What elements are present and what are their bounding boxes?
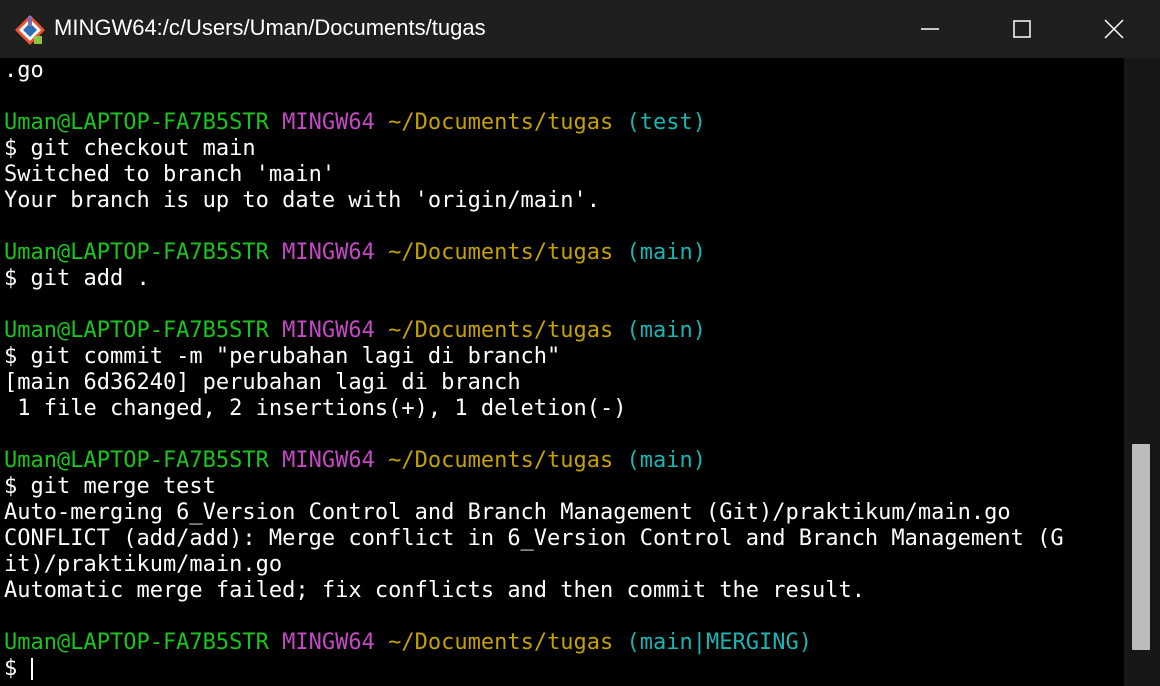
text-cursor [30, 658, 33, 680]
scrollbar-thumb[interactable] [1132, 444, 1150, 650]
git-bash-icon [15, 15, 45, 45]
prompt-branch: (main) [626, 448, 707, 473]
minimize-button[interactable] [884, 0, 976, 58]
prompt-path: ~/Documents/tugas [388, 630, 614, 655]
terminal-line: .go [4, 58, 44, 83]
prompt-shell: MINGW64 [282, 630, 375, 655]
prompt-shell: MINGW64 [282, 448, 375, 473]
terminal-line: 1 file changed, 2 insertions(+), 1 delet… [4, 396, 627, 421]
command-line: $ git commit -m "perubahan lagi di branc… [4, 344, 561, 369]
terminal-line: Auto-merging 6_Version Control and Branc… [4, 500, 1011, 525]
prompt-shell: MINGW64 [282, 110, 375, 135]
command-line: $ git checkout main [4, 136, 256, 161]
prompt-user-host: Uman@LAPTOP-FA7B5STR [4, 630, 269, 655]
input-prompt: $ [4, 656, 31, 681]
prompt-shell: MINGW64 [282, 318, 375, 343]
prompt-line: Uman@LAPTOP-FA7B5STR MINGW64 ~/Documents… [4, 318, 1064, 344]
prompt-shell: MINGW64 [282, 240, 375, 265]
prompt-path: ~/Documents/tugas [388, 110, 614, 135]
prompt-user-host: Uman@LAPTOP-FA7B5STR [4, 110, 269, 135]
prompt-line: Uman@LAPTOP-FA7B5STR MINGW64 ~/Documents… [4, 448, 1064, 474]
terminal-line: it)/praktikum/main.go [4, 552, 283, 577]
prompt-branch: (test) [626, 110, 707, 135]
prompt-line: Uman@LAPTOP-FA7B5STR MINGW64 ~/Documents… [4, 110, 1064, 136]
input-line[interactable]: $ [4, 656, 1064, 682]
prompt-user-host: Uman@LAPTOP-FA7B5STR [4, 318, 269, 343]
terminal-line: Your branch is up to date with 'origin/m… [4, 188, 601, 213]
title-bar[interactable]: MINGW64:/c/Users/Uman/Documents/tugas [0, 0, 1160, 58]
minimize-icon [921, 28, 939, 30]
terminal-line: Automatic merge failed; fix conflicts an… [4, 578, 865, 603]
prompt-user-host: Uman@LAPTOP-FA7B5STR [4, 240, 269, 265]
prompt-branch: (main) [626, 240, 707, 265]
command-line: $ git merge test [4, 474, 216, 499]
prompt-line: Uman@LAPTOP-FA7B5STR MINGW64 ~/Documents… [4, 630, 1064, 656]
prompt-user-host: Uman@LAPTOP-FA7B5STR [4, 448, 269, 473]
command-line: $ git add . [4, 266, 150, 291]
maximize-button[interactable] [976, 0, 1068, 58]
prompt-branch: (main) [626, 318, 707, 343]
close-button[interactable] [1068, 0, 1160, 58]
prompt-branch: (main|MERGING) [626, 630, 812, 655]
close-icon [1104, 19, 1124, 39]
vertical-scrollbar[interactable] [1124, 58, 1160, 686]
prompt-path: ~/Documents/tugas [388, 240, 614, 265]
maximize-icon [1013, 20, 1031, 38]
terminal-line: Switched to branch 'main' [4, 162, 336, 187]
terminal-line: CONFLICT (add/add): Merge conflict in 6_… [4, 526, 1064, 551]
prompt-path: ~/Documents/tugas [388, 318, 614, 343]
terminal-output[interactable]: .go Uman@LAPTOP-FA7B5STR MINGW64 ~/Docum… [0, 58, 1124, 686]
prompt-path: ~/Documents/tugas [388, 448, 614, 473]
prompt-line: Uman@LAPTOP-FA7B5STR MINGW64 ~/Documents… [4, 240, 1064, 266]
terminal-line: [main 6d36240] perubahan lagi di branch [4, 370, 521, 395]
window-title: MINGW64:/c/Users/Uman/Documents/tugas [54, 15, 486, 40]
